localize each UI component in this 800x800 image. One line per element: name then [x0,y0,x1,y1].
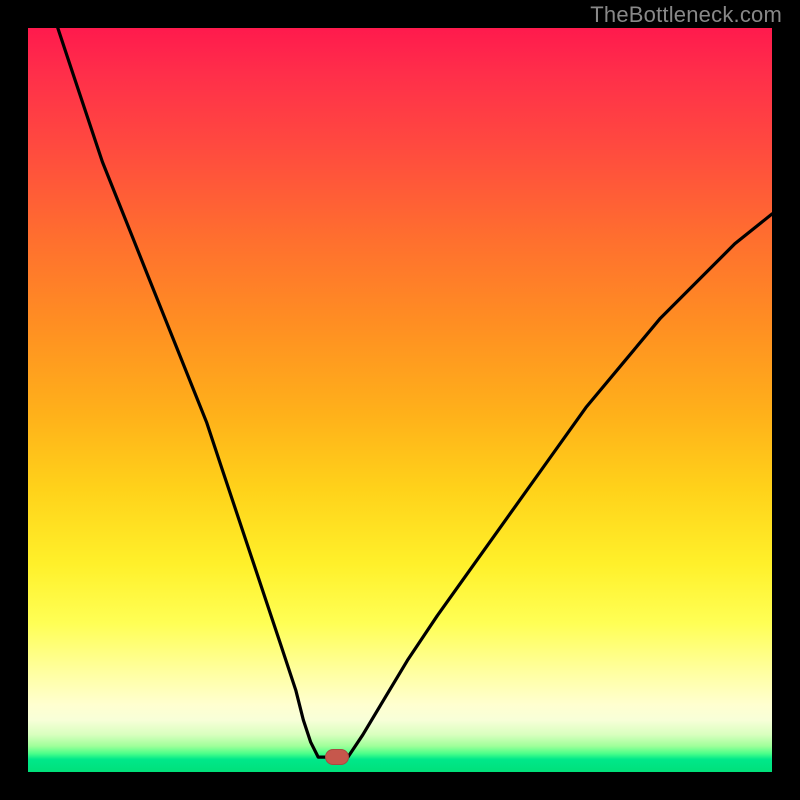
curve-path [58,28,772,757]
chart-frame: TheBottleneck.com [0,0,800,800]
watermark-text: TheBottleneck.com [590,2,782,28]
plot-area [28,28,772,772]
min-point-marker [325,749,349,765]
bottleneck-curve [28,28,772,772]
